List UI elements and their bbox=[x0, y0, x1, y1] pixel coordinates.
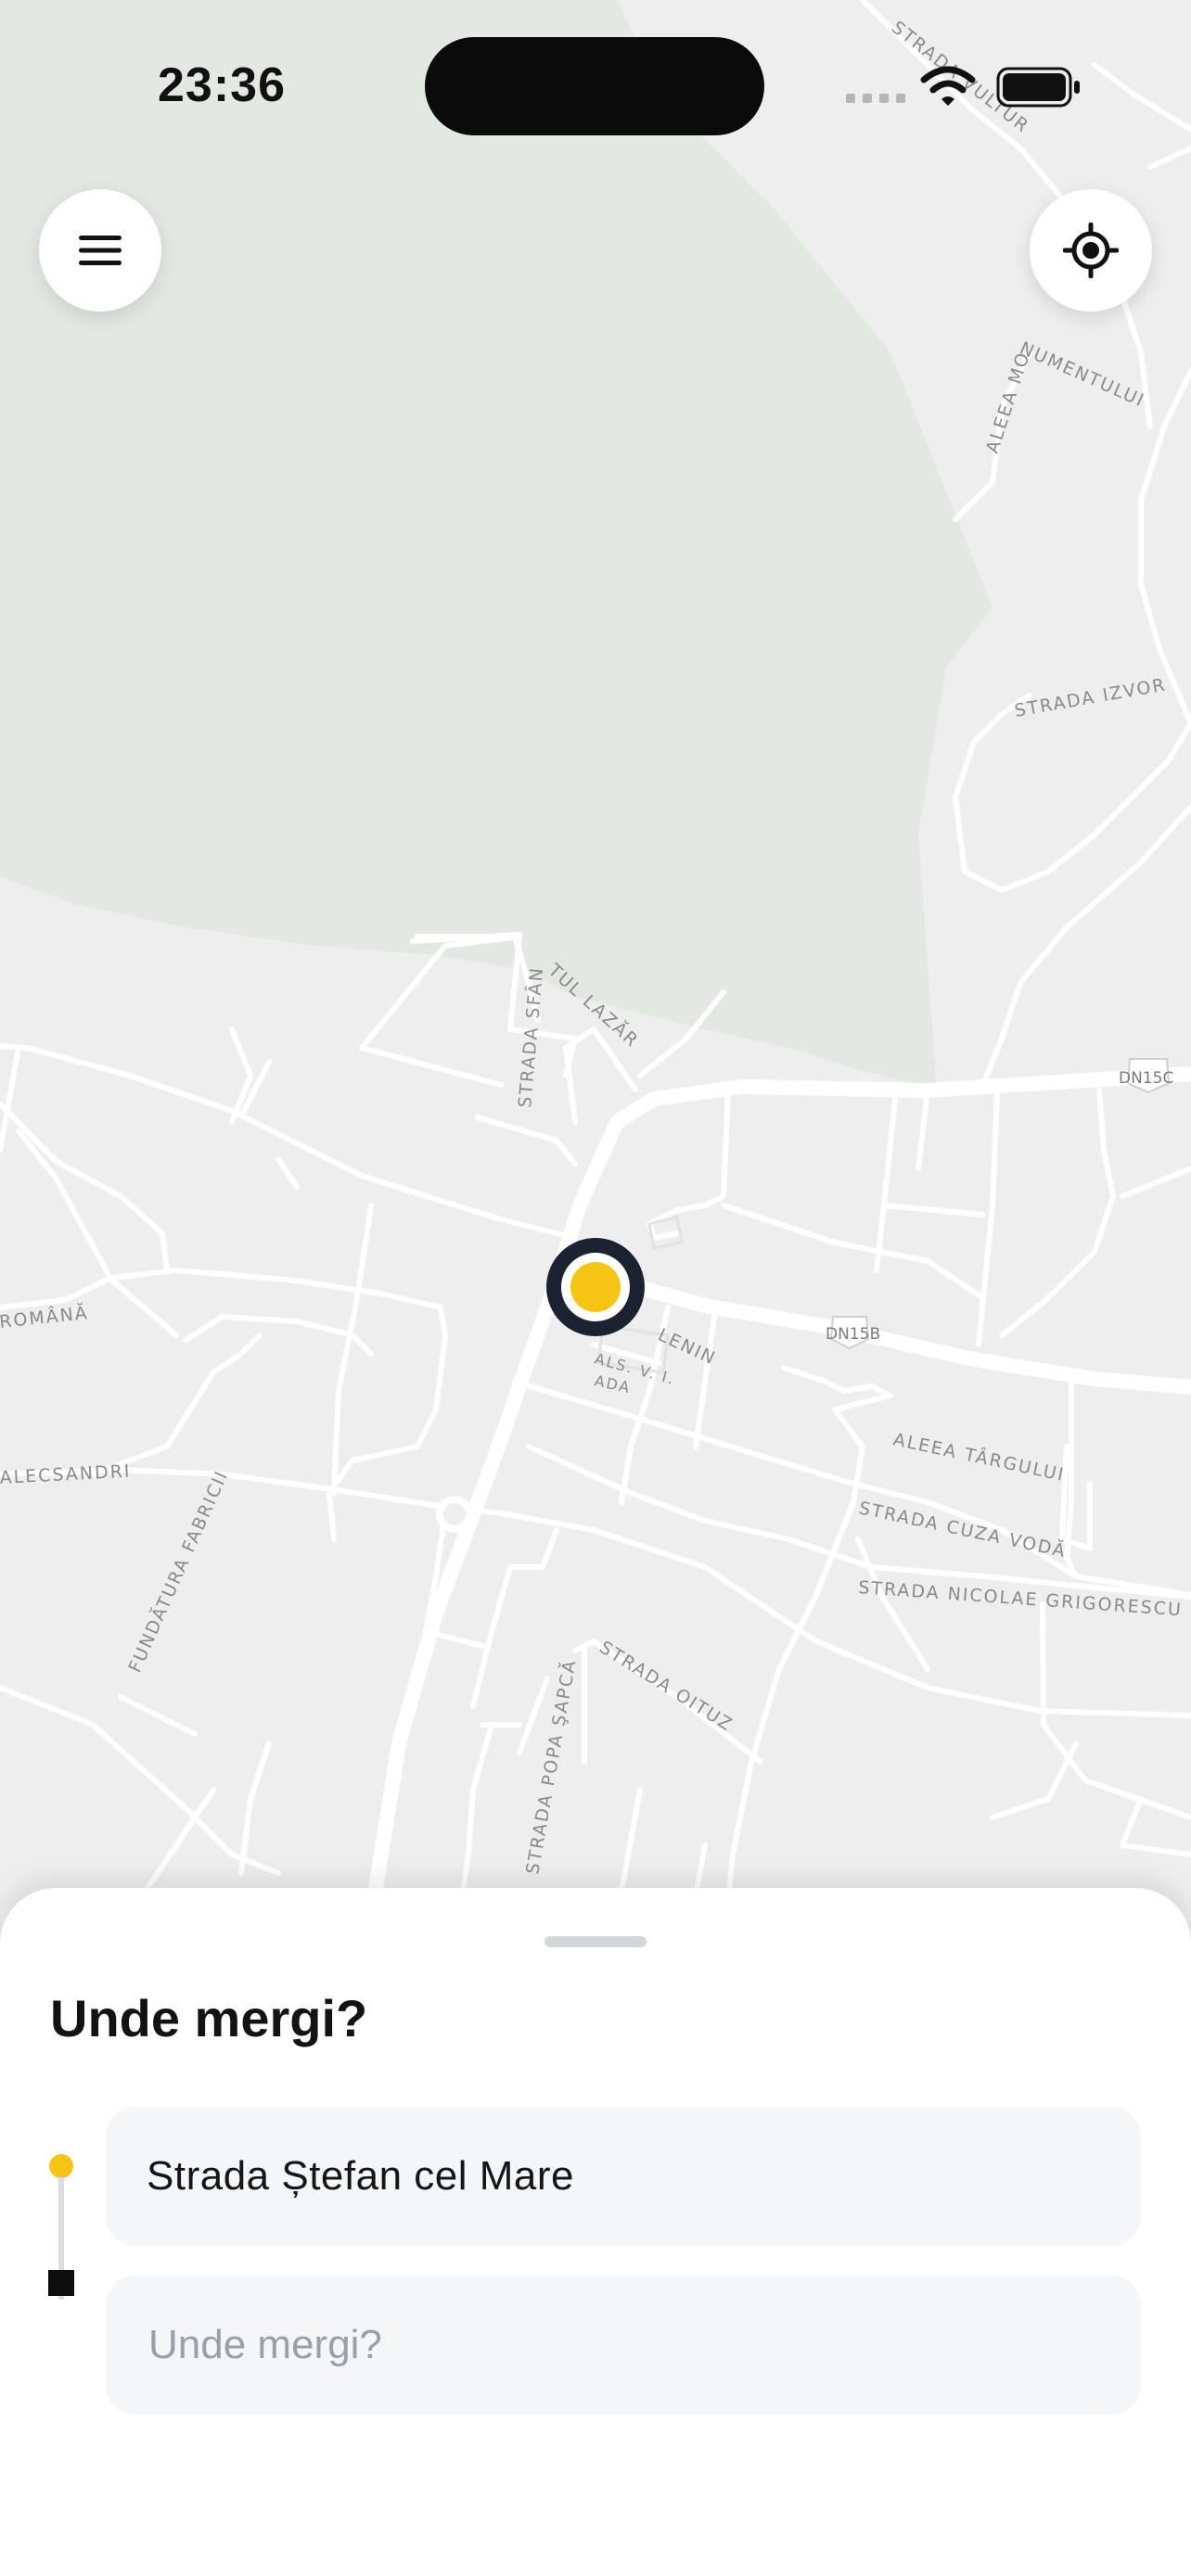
map-view[interactable]: STRADA VULTUR ALEEA MO NUMENTULUI STRADA… bbox=[0, 0, 1191, 1947]
svg-text:DN15C: DN15C bbox=[1119, 1069, 1173, 1088]
locate-me-button[interactable] bbox=[1030, 189, 1152, 312]
menu-button[interactable] bbox=[39, 189, 161, 312]
battery-icon bbox=[996, 67, 1080, 108]
status-time: 23:36 bbox=[158, 58, 286, 112]
origin-field[interactable]: Strada Ștefan cel Mare bbox=[106, 2107, 1141, 2246]
destination-square-icon bbox=[48, 2270, 74, 2296]
destination-sheet: Unde mergi? Strada Ștefan cel Mare bbox=[0, 1888, 1191, 2576]
dynamic-island bbox=[425, 37, 764, 135]
origin-dot-icon bbox=[49, 2154, 73, 2178]
wifi-icon bbox=[920, 66, 976, 106]
sheet-title: Unde mergi? bbox=[50, 1989, 368, 2047]
crosshair-locate-icon bbox=[1063, 223, 1119, 278]
svg-text:DN15B: DN15B bbox=[826, 1325, 880, 1344]
current-location-pin[interactable] bbox=[544, 1236, 647, 1338]
hamburger-menu-icon bbox=[79, 236, 122, 265]
destination-input[interactable] bbox=[147, 2321, 1078, 2369]
destination-field-container bbox=[106, 2276, 1141, 2415]
cellular-signal-icon bbox=[846, 94, 905, 103]
sheet-drag-handle[interactable] bbox=[544, 1936, 647, 1947]
